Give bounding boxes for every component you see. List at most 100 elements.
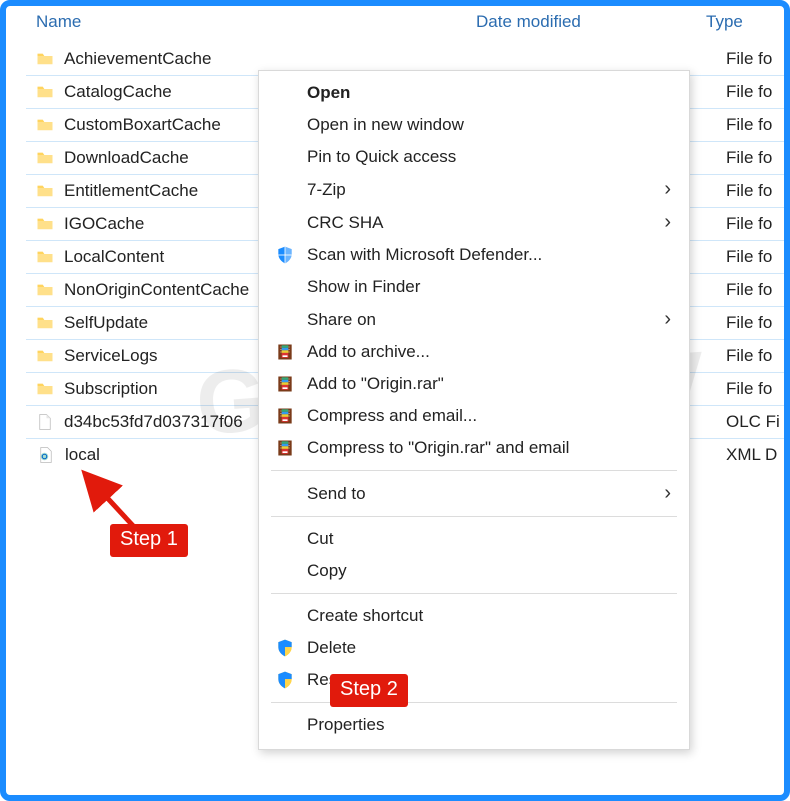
menu-item-label: Show in Finder <box>307 277 675 297</box>
menu-item-label: Send to <box>307 484 664 504</box>
column-header-date[interactable]: Date modified <box>476 12 706 32</box>
menu-item-label: Compress and email... <box>307 406 675 426</box>
menu-item-res[interactable]: Res <box>259 664 689 696</box>
file-type-label: OLC Fi <box>726 412 790 432</box>
file-name-label: EntitlementCache <box>64 181 198 201</box>
menu-icon-blank <box>273 309 297 331</box>
file-type-label: File fo <box>726 280 790 300</box>
winrar-icon <box>273 373 297 395</box>
annotation-step-2: Step 2 <box>330 674 408 707</box>
menu-icon-blank <box>273 82 297 104</box>
menu-item-label: Share on <box>307 310 664 330</box>
menu-icon-blank <box>273 714 297 736</box>
menu-icon-blank <box>273 483 297 505</box>
file-type-label: XML D <box>726 445 790 465</box>
chevron-right-icon: › <box>664 482 675 505</box>
menu-item-compress-and-email[interactable]: Compress and email... <box>259 400 689 432</box>
file-name-label: CustomBoxartCache <box>64 115 221 135</box>
file-name-label: Subscription <box>64 379 158 399</box>
menu-icon-blank <box>273 276 297 298</box>
menu-item-label: CRC SHA <box>307 213 664 233</box>
menu-item-add-to-origin-rar[interactable]: Add to "Origin.rar" <box>259 368 689 400</box>
folder-icon <box>36 50 54 68</box>
menu-icon-blank <box>273 560 297 582</box>
file-name-label: ServiceLogs <box>64 346 158 366</box>
file-type-label: File fo <box>726 346 790 366</box>
folder-icon <box>36 182 54 200</box>
file-name-label: IGOCache <box>64 214 144 234</box>
file-name-label: LocalContent <box>64 247 164 267</box>
shield-icon <box>273 669 297 691</box>
winrar-icon <box>273 437 297 459</box>
file-type-label: File fo <box>726 82 790 102</box>
shield-icon <box>273 637 297 659</box>
menu-item-label: Cut <box>307 529 675 549</box>
column-headers: Name Date modified Type <box>6 6 784 42</box>
menu-item-label: Create shortcut <box>307 606 675 626</box>
file-name-label: DownloadCache <box>64 148 189 168</box>
file-type-label: File fo <box>726 148 790 168</box>
menu-separator <box>271 470 677 471</box>
folder-icon <box>36 149 54 167</box>
menu-item-label: Add to archive... <box>307 342 675 362</box>
file-type-label: File fo <box>726 313 790 333</box>
menu-item-send-to[interactable]: Send to› <box>259 477 689 510</box>
menu-item-crc-sha[interactable]: CRC SHA› <box>259 206 689 239</box>
menu-item-label: Open in new window <box>307 115 675 135</box>
menu-item-copy[interactable]: Copy <box>259 555 689 587</box>
menu-item-compress-to-origin-rar-and-email[interactable]: Compress to "Origin.rar" and email <box>259 432 689 464</box>
folder-icon <box>36 83 54 101</box>
defender-icon <box>273 244 297 266</box>
menu-item-properties[interactable]: Properties <box>259 709 689 741</box>
menu-item-label: Open <box>307 83 675 103</box>
file-name-label: SelfUpdate <box>64 313 148 333</box>
menu-item-label: Delete <box>307 638 675 658</box>
menu-item-label: Scan with Microsoft Defender... <box>307 245 675 265</box>
menu-item-7-zip[interactable]: 7-Zip› <box>259 173 689 206</box>
file-name-label: d34bc53fd7d037317f06 <box>64 412 243 432</box>
chevron-right-icon: › <box>664 308 675 331</box>
menu-icon-blank <box>273 179 297 201</box>
file-name-label: NonOriginContentCache <box>64 280 249 300</box>
menu-item-cut[interactable]: Cut <box>259 523 689 555</box>
file-type-label: File fo <box>726 247 790 267</box>
menu-item-open[interactable]: Open <box>259 77 689 109</box>
column-header-type[interactable]: Type <box>706 12 766 32</box>
menu-item-label: Add to "Origin.rar" <box>307 374 675 394</box>
file-name-label: AchievementCache <box>64 49 211 69</box>
file-icon <box>36 413 54 431</box>
file-name-cell: AchievementCache <box>36 49 726 69</box>
menu-item-open-in-new-window[interactable]: Open in new window <box>259 109 689 141</box>
menu-icon-blank <box>273 146 297 168</box>
menu-icon-blank <box>273 212 297 234</box>
menu-item-pin-to-quick-access[interactable]: Pin to Quick access <box>259 141 689 173</box>
chevron-right-icon: › <box>664 211 675 234</box>
context-menu: Open Open in new window Pin to Quick acces… <box>258 70 690 750</box>
folder-icon <box>36 347 54 365</box>
folder-icon <box>36 314 54 332</box>
file-type-label: File fo <box>726 181 790 201</box>
file-name-label: CatalogCache <box>64 82 172 102</box>
menu-item-show-in-finder[interactable]: Show in Finder <box>259 271 689 303</box>
folder-icon <box>36 380 54 398</box>
menu-item-scan-with-microsoft-defender[interactable]: Scan with Microsoft Defender... <box>259 239 689 271</box>
menu-icon-blank <box>273 605 297 627</box>
menu-item-add-to-archive[interactable]: Add to archive... <box>259 336 689 368</box>
menu-item-label: Copy <box>307 561 675 581</box>
file-type-label: File fo <box>726 379 790 399</box>
menu-item-share-on[interactable]: Share on› <box>259 303 689 336</box>
winrar-icon <box>273 341 297 363</box>
chevron-right-icon: › <box>664 178 675 201</box>
winrar-icon <box>273 405 297 427</box>
file-name-label: local <box>65 445 100 465</box>
menu-item-label: Pin to Quick access <box>307 147 675 167</box>
menu-item-delete[interactable]: Delete <box>259 632 689 664</box>
menu-item-create-shortcut[interactable]: Create shortcut <box>259 600 689 632</box>
menu-separator <box>271 516 677 517</box>
folder-icon <box>36 215 54 233</box>
folder-icon <box>36 248 54 266</box>
column-header-name[interactable]: Name <box>36 12 476 32</box>
folder-icon <box>36 116 54 134</box>
folder-icon <box>36 281 54 299</box>
menu-item-label: Compress to "Origin.rar" and email <box>307 438 675 458</box>
